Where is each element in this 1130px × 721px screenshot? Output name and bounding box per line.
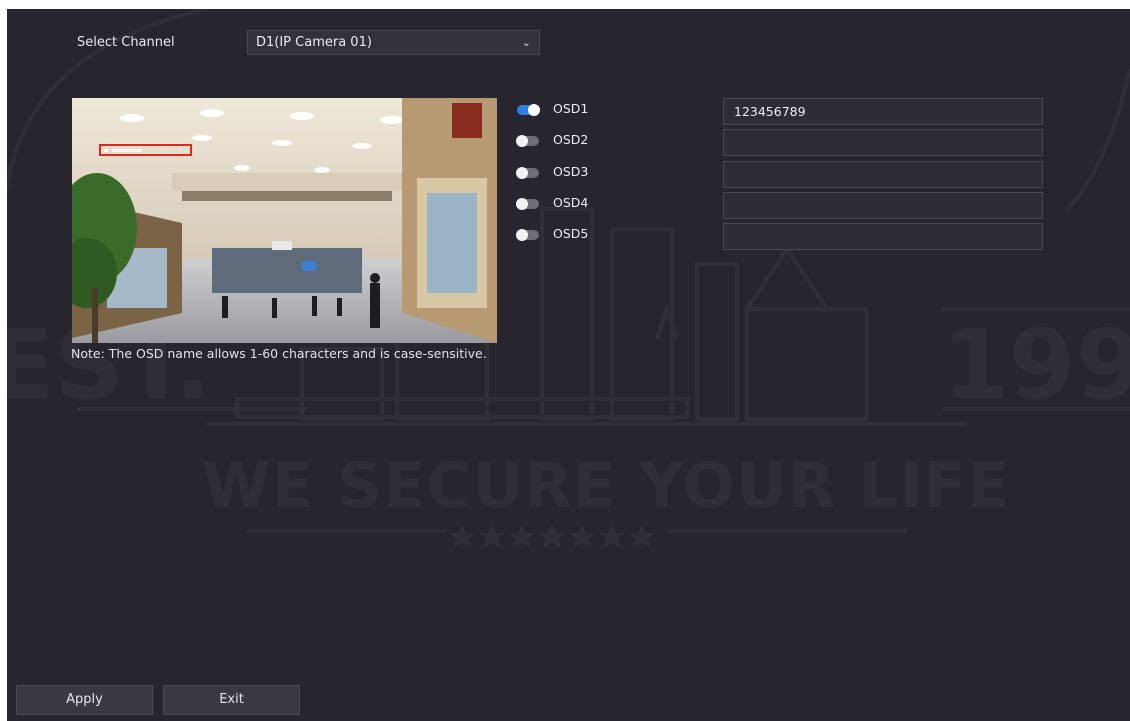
osd5-input[interactable] bbox=[723, 223, 1043, 250]
osd1-label: OSD1 bbox=[553, 101, 589, 116]
select-channel-label: Select Channel bbox=[77, 35, 175, 50]
osd-row-3: OSD3 bbox=[516, 161, 1047, 188]
osd-row-5: OSD5 bbox=[516, 223, 1047, 250]
toggle-knob bbox=[516, 167, 528, 179]
osd1-overlay-frame[interactable] bbox=[99, 144, 192, 156]
osd2-label: OSD2 bbox=[553, 132, 589, 147]
toggle-knob bbox=[516, 198, 528, 210]
osd-row-4: OSD4 bbox=[516, 192, 1047, 219]
osd-name-note: Note: The OSD name allows 1-60 character… bbox=[71, 346, 487, 361]
channel-select[interactable]: D1(IP Camera 01) ⌄ bbox=[247, 30, 540, 55]
osd4-input[interactable] bbox=[723, 192, 1043, 219]
toggle-knob bbox=[528, 104, 540, 116]
osd5-toggle[interactable] bbox=[516, 229, 539, 241]
toggle-knob bbox=[516, 135, 528, 147]
osd1-input[interactable]: 123456789 bbox=[723, 98, 1043, 125]
osd-row-1: OSD1 123456789 bbox=[517, 98, 1047, 125]
channel-select-value: D1(IP Camera 01) bbox=[256, 35, 372, 50]
camera-preview-image bbox=[72, 98, 497, 343]
camera-preview[interactable] bbox=[72, 98, 497, 343]
osd4-toggle[interactable] bbox=[516, 198, 539, 210]
osd3-label: OSD3 bbox=[553, 164, 589, 179]
osd3-toggle[interactable] bbox=[516, 167, 539, 179]
screen: WE SECURE YOUR LIFE EST. 1998 Select Cha… bbox=[0, 0, 1130, 721]
watermark-year: 1998 bbox=[942, 309, 1130, 421]
osd2-toggle[interactable] bbox=[516, 135, 539, 147]
osd3-input[interactable] bbox=[723, 161, 1043, 188]
watermark-slogan: WE SECURE YOUR LIFE bbox=[202, 449, 1011, 522]
apply-button[interactable]: Apply bbox=[16, 685, 153, 715]
osd4-label: OSD4 bbox=[553, 195, 589, 210]
osd-row-2: OSD2 bbox=[516, 129, 1047, 156]
osd5-label: OSD5 bbox=[553, 226, 589, 241]
osd-settings-panel: WE SECURE YOUR LIFE EST. 1998 Select Cha… bbox=[7, 9, 1130, 721]
chevron-down-icon: ⌄ bbox=[521, 36, 531, 49]
exit-button[interactable]: Exit bbox=[163, 685, 300, 715]
osd2-input[interactable] bbox=[723, 129, 1043, 156]
toggle-knob bbox=[516, 229, 528, 241]
osd1-toggle[interactable] bbox=[517, 104, 540, 116]
